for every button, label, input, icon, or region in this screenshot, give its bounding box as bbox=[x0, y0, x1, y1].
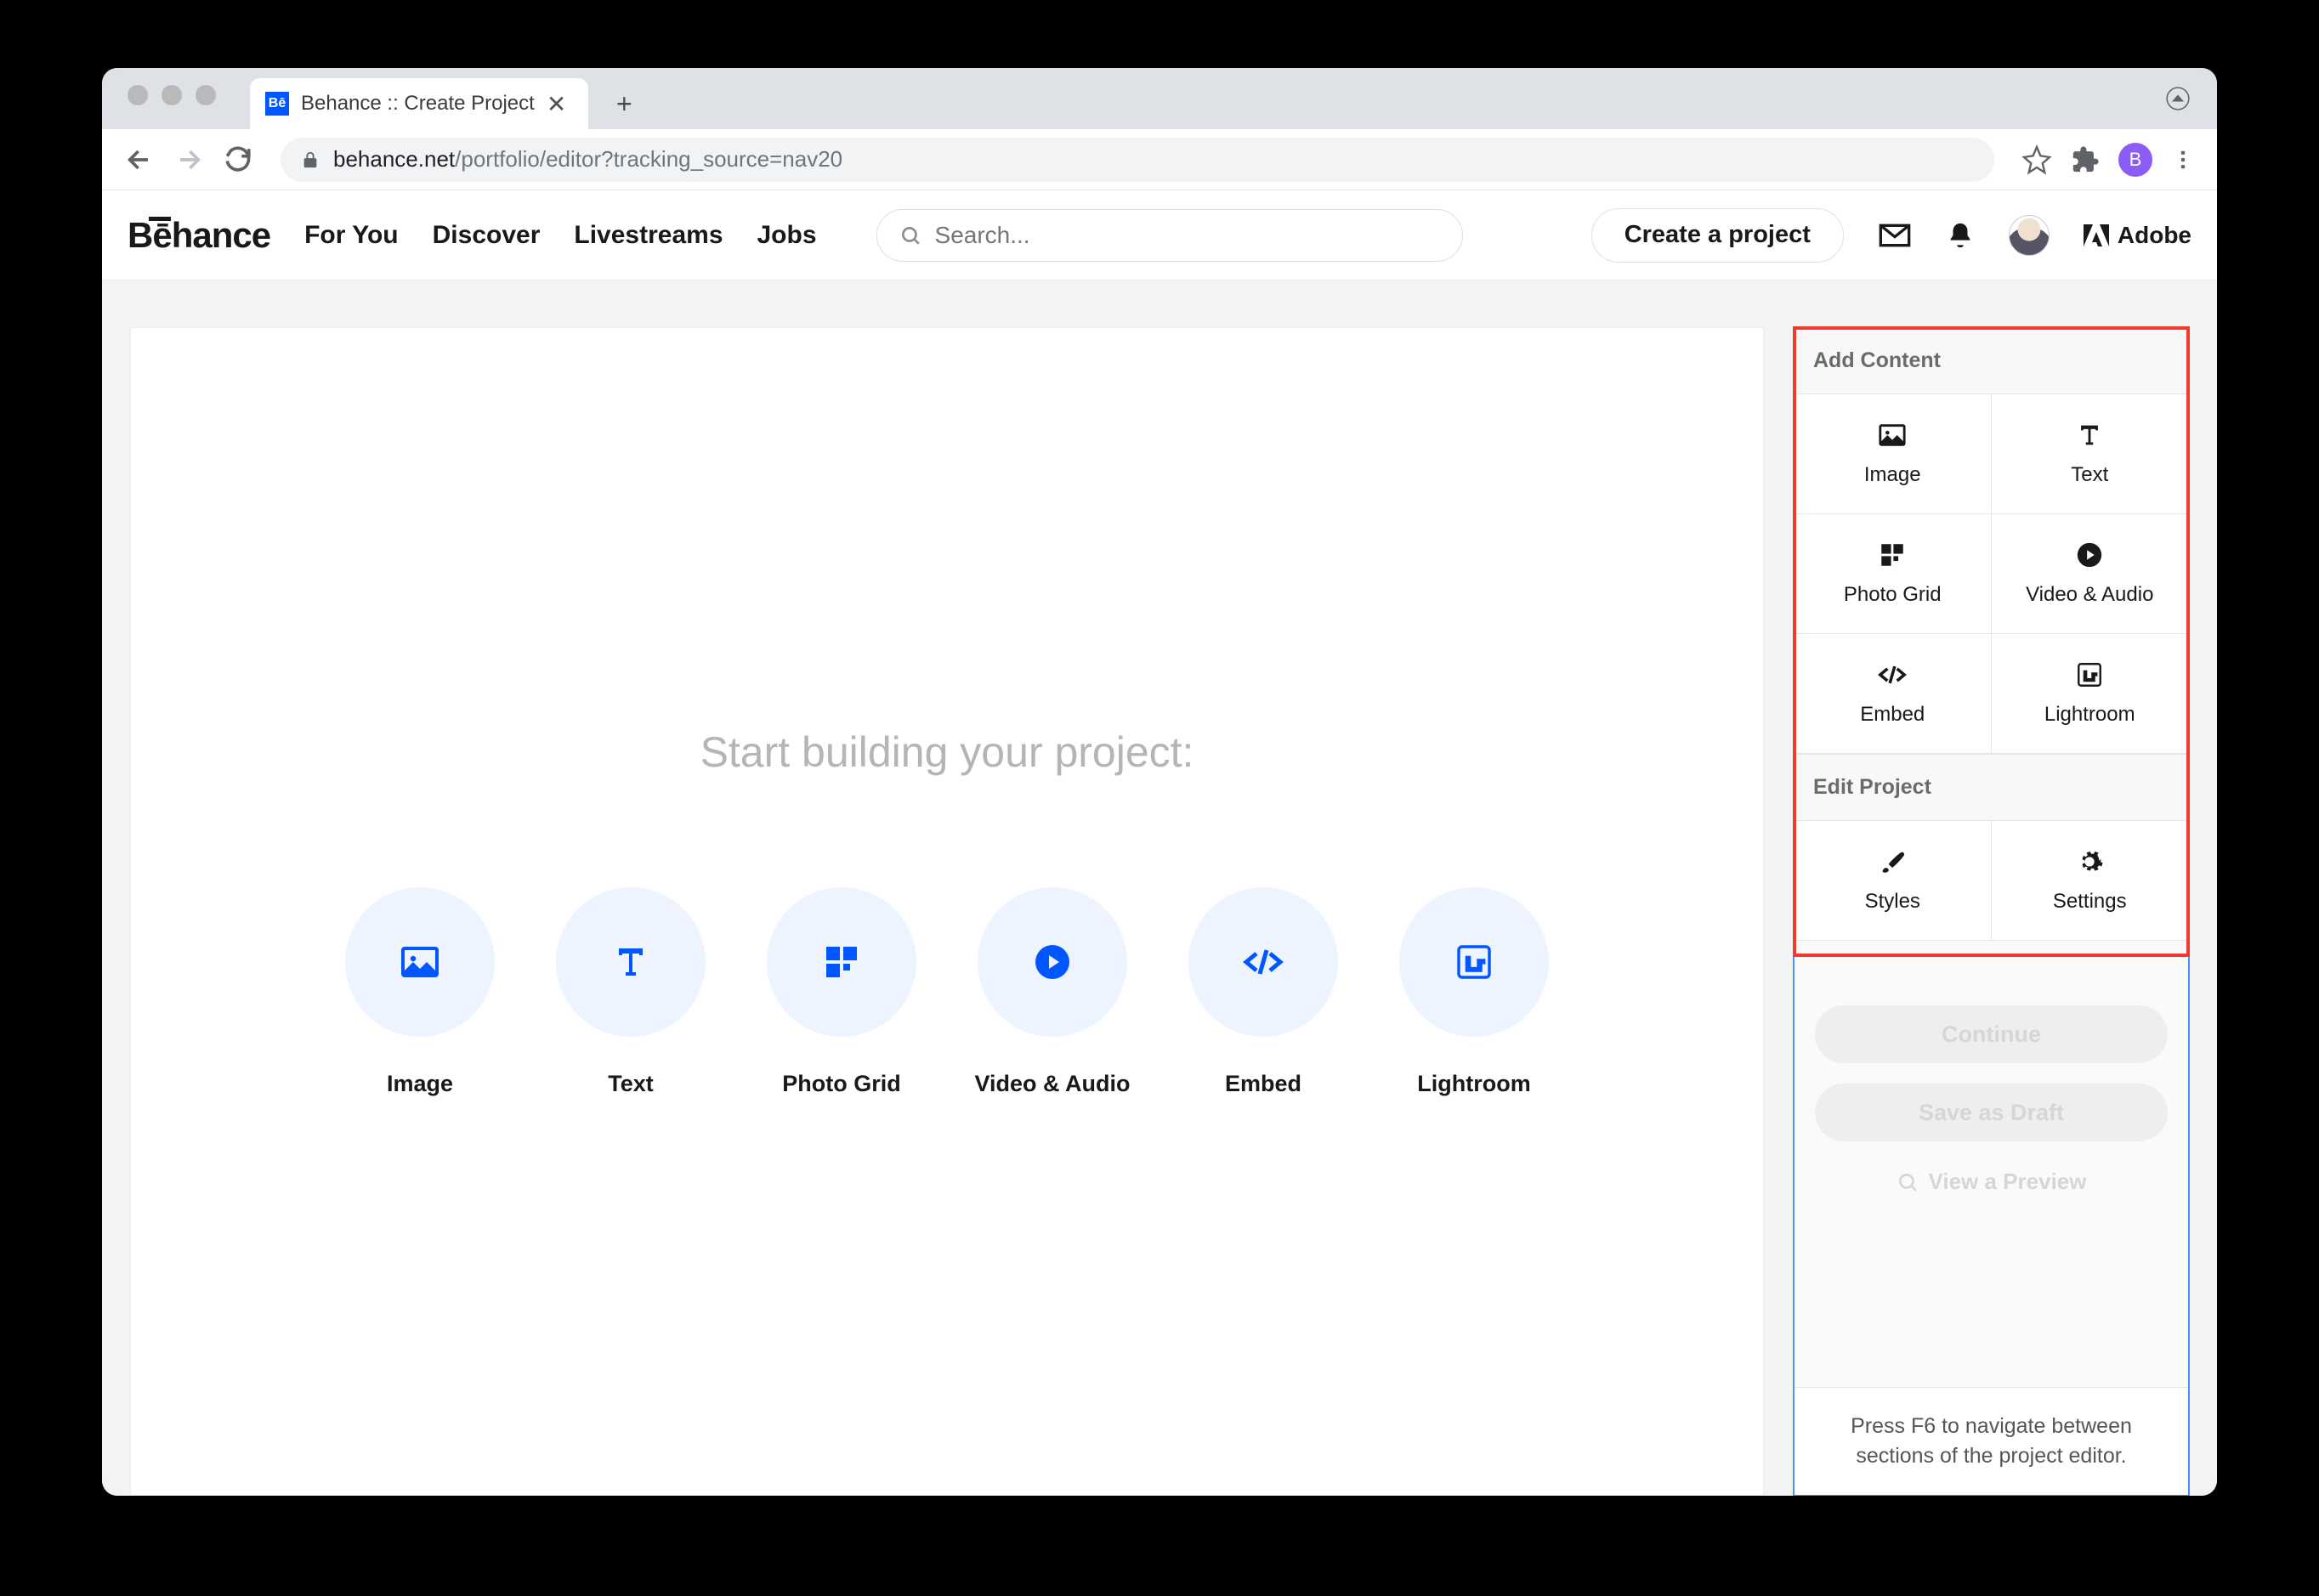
tab-title: Behance :: Create Project bbox=[301, 92, 535, 116]
chrome-profile-button[interactable]: B bbox=[2118, 143, 2152, 177]
tile-lightroom[interactable]: Lr Lightroom bbox=[1385, 887, 1563, 1097]
reload-button[interactable] bbox=[223, 144, 253, 175]
chrome-account-icon[interactable] bbox=[2166, 87, 2190, 110]
window-close[interactable] bbox=[128, 85, 148, 105]
text-icon bbox=[610, 942, 651, 982]
new-tab-button[interactable]: + bbox=[604, 83, 644, 124]
behance-topnav: Bēhance For You Discover Livestreams Job… bbox=[102, 190, 2217, 280]
svg-text:Lr: Lr bbox=[2084, 670, 2097, 684]
url-text: behance.net/portfolio/editor?tracking_so… bbox=[333, 146, 842, 173]
kebab-menu-icon[interactable] bbox=[2171, 148, 2195, 172]
forward-button[interactable] bbox=[173, 144, 204, 175]
url-bar[interactable]: behance.net/portfolio/editor?tracking_so… bbox=[281, 138, 1994, 182]
behance-favicon-icon: Bē bbox=[265, 92, 289, 116]
tile-image[interactable]: Image bbox=[331, 887, 509, 1097]
cell-settings[interactable]: Settings bbox=[1992, 821, 2189, 941]
nav-livestreams[interactable]: Livestreams bbox=[574, 221, 723, 250]
window-zoom[interactable] bbox=[196, 85, 216, 105]
search-input[interactable] bbox=[935, 222, 1440, 249]
create-project-button[interactable]: Create a project bbox=[1591, 208, 1844, 263]
cell-styles[interactable]: Styles bbox=[1795, 821, 1992, 941]
messages-icon[interactable] bbox=[1878, 218, 1912, 252]
save-draft-button[interactable]: Save as Draft bbox=[1815, 1084, 2168, 1141]
embed-icon bbox=[1243, 942, 1284, 982]
action-area: Continue Save as Draft View a Preview bbox=[1795, 941, 2188, 1387]
keyboard-hint: Press F6 to navigate between sections of… bbox=[1795, 1387, 2188, 1495]
edit-project-header: Edit Project bbox=[1795, 754, 2188, 821]
tile-photo-grid[interactable]: Photo Grid bbox=[752, 887, 931, 1097]
bookmark-star-icon[interactable] bbox=[2021, 144, 2052, 175]
window-controls[interactable] bbox=[128, 85, 216, 105]
continue-button[interactable]: Continue bbox=[1815, 1005, 2168, 1063]
tile-text[interactable]: Text bbox=[541, 887, 720, 1097]
nav-jobs[interactable]: Jobs bbox=[757, 221, 817, 250]
view-preview-link[interactable]: View a Preview bbox=[1897, 1169, 2087, 1195]
search-input-wrapper[interactable] bbox=[876, 209, 1463, 262]
cell-video-audio[interactable]: Video & Audio bbox=[1992, 514, 2189, 634]
nav-discover[interactable]: Discover bbox=[433, 221, 541, 250]
search-icon bbox=[1897, 1171, 1919, 1193]
user-avatar[interactable] bbox=[2009, 215, 2050, 256]
image-icon bbox=[400, 942, 440, 982]
cell-embed[interactable]: Embed bbox=[1795, 634, 1992, 754]
play-icon bbox=[1032, 942, 1073, 982]
editor-content: Start building your project: Image Text … bbox=[102, 280, 2217, 1496]
nav-for-you[interactable]: For You bbox=[304, 221, 399, 250]
lock-icon bbox=[301, 150, 320, 169]
search-icon bbox=[899, 224, 921, 246]
back-button[interactable] bbox=[124, 144, 155, 175]
window-minimize[interactable] bbox=[162, 85, 182, 105]
close-tab-icon[interactable]: ✕ bbox=[547, 90, 566, 118]
cell-lightroom[interactable]: Lr Lightroom bbox=[1992, 634, 2189, 754]
tab-bar: Bē Behance :: Create Project ✕ + bbox=[102, 68, 2217, 129]
svg-text:Lr: Lr bbox=[1466, 954, 1484, 975]
behance-logo[interactable]: Bēhance bbox=[128, 215, 270, 256]
extensions-icon[interactable] bbox=[2071, 145, 2100, 174]
adobe-logo-icon bbox=[2084, 224, 2109, 246]
edit-project-grid: Styles Settings bbox=[1795, 821, 2188, 941]
play-icon bbox=[2075, 540, 2104, 569]
cell-photo-grid[interactable]: Photo Grid bbox=[1795, 514, 1992, 634]
address-bar: behance.net/portfolio/editor?tracking_so… bbox=[102, 129, 2217, 190]
adobe-link[interactable]: Adobe bbox=[2084, 222, 2191, 249]
canvas-title: Start building your project: bbox=[700, 727, 1194, 777]
editor-sidebar: Add Content Image Text Photo Grid Video … bbox=[1794, 327, 2189, 1496]
browser-tab[interactable]: Bē Behance :: Create Project ✕ bbox=[250, 78, 588, 129]
tile-video-audio[interactable]: Video & Audio bbox=[963, 887, 1142, 1097]
gear-icon bbox=[2075, 847, 2104, 876]
embed-icon bbox=[1878, 660, 1907, 689]
text-icon bbox=[2075, 421, 2104, 450]
lightroom-icon: Lr bbox=[1454, 942, 1494, 982]
photo-grid-icon bbox=[821, 942, 862, 982]
brush-icon bbox=[1878, 847, 1907, 876]
add-content-header: Add Content bbox=[1795, 328, 2188, 394]
cell-text[interactable]: Text bbox=[1992, 394, 2189, 514]
content-tiles-row: Image Text Photo Grid Video & Audio Embe… bbox=[331, 887, 1563, 1097]
cell-image[interactable]: Image bbox=[1795, 394, 1992, 514]
tile-embed[interactable]: Embed bbox=[1174, 887, 1352, 1097]
add-content-grid: Image Text Photo Grid Video & Audio Embe… bbox=[1795, 394, 2188, 754]
lightroom-icon: Lr bbox=[2075, 660, 2104, 689]
browser-window: Bē Behance :: Create Project ✕ + behance… bbox=[102, 68, 2217, 1496]
photo-grid-icon bbox=[1878, 540, 1907, 569]
image-icon bbox=[1878, 421, 1907, 450]
notifications-icon[interactable] bbox=[1946, 221, 1975, 250]
project-canvas: Start building your project: Image Text … bbox=[130, 327, 1764, 1496]
